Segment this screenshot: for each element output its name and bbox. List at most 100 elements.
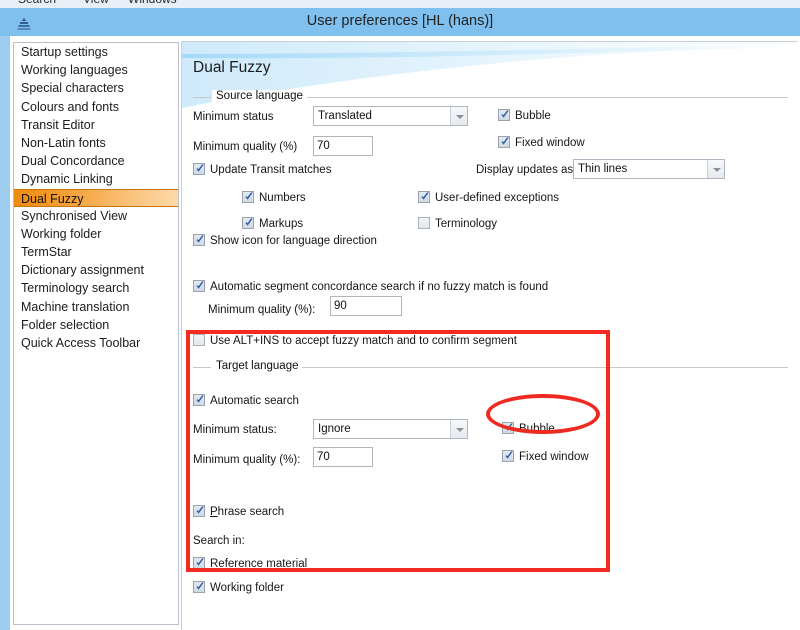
sidebar-item-dual-concordance[interactable]: Dual Concordance [14, 152, 178, 170]
source-bubble-checkbox[interactable]: Bubble [498, 109, 551, 123]
page-title: Dual Fuzzy [193, 59, 271, 76]
sidebar-item-transit-editor[interactable]: Transit Editor [14, 116, 178, 134]
check-icon [196, 582, 204, 590]
phrase-search-checkbox[interactable]: Phrase search [193, 505, 284, 519]
checkbox-box [502, 450, 514, 462]
user-preferences-window: Search View Windows User preferences [HL… [0, 0, 800, 630]
working-folder-label: Working folder [210, 582, 284, 594]
show-icon-language-direction-checkbox[interactable]: Show icon for language direction [193, 234, 377, 248]
user-defined-exceptions-checkbox[interactable]: User-defined exceptions [418, 191, 559, 205]
source-group-line-left [193, 97, 211, 98]
check-icon [196, 164, 204, 172]
target-automatic-search-label: Automatic search [210, 395, 299, 407]
phrase-search-label-rest: hrase search [217, 506, 285, 518]
target-fixed-window-label: Fixed window [519, 451, 589, 463]
source-fixed-window-label: Fixed window [515, 137, 585, 149]
sidebar-item-working-folder[interactable]: Working folder [14, 225, 178, 243]
target-group-line-left [193, 367, 211, 368]
chevron-down-icon[interactable] [707, 160, 724, 178]
checkbox-box [418, 217, 430, 229]
phrase-search-accelerator: P [210, 506, 218, 518]
source-minimum-status-combo[interactable]: Translated [313, 106, 468, 126]
concordance-minimum-quality-label: Minimum quality (%): [208, 304, 316, 316]
update-transit-matches-label: Update Transit matches [210, 164, 332, 176]
source-group-legend: Source language [212, 90, 307, 102]
phrase-search-label: Phrase search [210, 505, 284, 519]
markups-label: Markups [259, 218, 304, 230]
checkbox-box [193, 505, 205, 517]
target-minimum-quality-input[interactable]: 70 [313, 447, 373, 467]
show-icon-language-direction-label: Show icon for language direction [210, 235, 377, 247]
source-fixed-window-checkbox[interactable]: Fixed window [498, 136, 585, 150]
target-minimum-quality-label: Minimum quality (%): [193, 454, 301, 466]
checkbox-box [242, 217, 254, 229]
settings-category-list[interactable]: Startup settings Working languages Speci… [13, 42, 179, 625]
source-bubble-label: Bubble [515, 110, 551, 122]
checkbox-box [193, 394, 205, 406]
sidebar-item-special-characters[interactable]: Special characters [14, 79, 178, 97]
checkbox-box [193, 163, 205, 175]
display-updates-as-combo[interactable]: Thin lines [573, 159, 725, 179]
check-icon [196, 235, 204, 243]
check-icon [245, 192, 253, 200]
sidebar-item-quick-access-toolbar[interactable]: Quick Access Toolbar [14, 334, 178, 352]
chevron-down-icon[interactable] [450, 107, 467, 125]
check-icon [196, 395, 204, 403]
sidebar-item-machine-translation[interactable]: Machine translation [14, 298, 178, 316]
auto-segment-concordance-checkbox[interactable]: Automatic segment concordance search if … [193, 280, 548, 294]
sidebar-item-working-languages[interactable]: Working languages [14, 61, 178, 79]
use-alt-ins-label: Use ALT+INS to accept fuzzy match and to… [210, 335, 517, 347]
use-alt-ins-checkbox[interactable]: Use ALT+INS to accept fuzzy match and to… [193, 334, 517, 348]
menu-item-view[interactable]: View [83, 0, 109, 6]
concordance-minimum-quality-input[interactable]: 90 [330, 296, 402, 316]
sidebar-item-folder-selection[interactable]: Folder selection [14, 316, 178, 334]
update-transit-matches-checkbox[interactable]: Update Transit matches [193, 163, 331, 177]
terminology-label: Terminology [435, 218, 497, 230]
working-folder-checkbox[interactable]: Working folder [193, 581, 284, 595]
checkbox-box [193, 234, 205, 246]
target-bubble-label: Bubble [519, 423, 555, 435]
checkbox-box [498, 136, 510, 148]
search-in-label: Search in: [193, 535, 245, 547]
title-bar: User preferences [HL (hans)] [0, 8, 800, 37]
sidebar-item-dynamic-linking[interactable]: Dynamic Linking [14, 170, 178, 188]
auto-segment-concordance-label: Automatic segment concordance search if … [210, 281, 549, 293]
target-bubble-checkbox[interactable]: Bubble [502, 422, 555, 436]
target-minimum-status-label: Minimum status: [193, 424, 277, 436]
numbers-label: Numbers [259, 192, 306, 204]
left-accent-strip [0, 36, 10, 630]
checkbox-box [193, 557, 205, 569]
sidebar-item-dual-fuzzy[interactable]: Dual Fuzzy [14, 188, 178, 207]
sidebar-item-terminology-search[interactable]: Terminology search [14, 279, 178, 297]
reference-material-checkbox[interactable]: Reference material [193, 557, 307, 571]
dual-fuzzy-settings-panel: Dual Fuzzy Source language Minimum statu… [181, 41, 798, 630]
window-title: User preferences [HL (hans)] [306, 13, 494, 29]
markups-checkbox[interactable]: Markups [242, 217, 303, 231]
target-fixed-window-checkbox[interactable]: Fixed window [502, 450, 589, 464]
sidebar-item-synchronised-view[interactable]: Synchronised View [14, 207, 178, 225]
checkbox-box [502, 422, 514, 434]
check-icon [196, 281, 204, 289]
terminology-checkbox[interactable]: Terminology [418, 217, 497, 231]
sidebar-item-dictionary-assignment[interactable]: Dictionary assignment [14, 261, 178, 279]
sidebar-item-startup-settings[interactable]: Startup settings [14, 43, 178, 61]
display-updates-as-value: Thin lines [578, 163, 628, 175]
target-group-legend: Target language [212, 360, 303, 372]
source-minimum-quality-input[interactable]: 70 [313, 136, 373, 156]
display-updates-as-label: Display updates as [476, 164, 574, 176]
menu-item-windows[interactable]: Windows [128, 0, 177, 6]
user-defined-exceptions-label: User-defined exceptions [435, 192, 560, 204]
target-automatic-search-checkbox[interactable]: Automatic search [193, 394, 299, 408]
menu-item-search[interactable]: Search [18, 0, 56, 6]
checkbox-box [193, 581, 205, 593]
numbers-checkbox[interactable]: Numbers [242, 191, 306, 205]
checkbox-box [418, 191, 430, 203]
sidebar-item-colours-and-fonts[interactable]: Colours and fonts [14, 98, 178, 116]
target-minimum-status-value: Ignore [318, 423, 351, 435]
checkbox-box [193, 334, 205, 346]
sidebar-item-non-latin-fonts[interactable]: Non-Latin fonts [14, 134, 178, 152]
checkbox-box [498, 109, 510, 121]
sidebar-item-termstar[interactable]: TermStar [14, 243, 178, 261]
chevron-down-icon[interactable] [450, 420, 467, 438]
target-minimum-status-combo[interactable]: Ignore [313, 419, 468, 439]
